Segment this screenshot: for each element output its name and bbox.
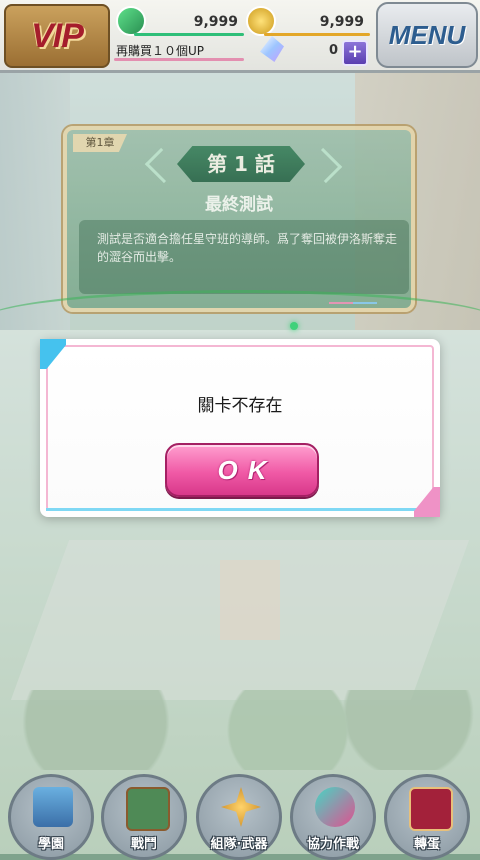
team-weapon-icon xyxy=(221,787,261,827)
dialog-bottom-edge xyxy=(46,508,434,511)
menu-label: MENU xyxy=(388,19,466,50)
nav-label: 戰鬥 xyxy=(130,837,157,852)
chevron-right-icon xyxy=(306,147,343,184)
crystal-value: 0 xyxy=(328,43,338,58)
nav-label: 組隊·武器 xyxy=(210,837,268,852)
episode-description: 測試是否適合擔任星守班的導師。爲了奪回被伊洛斯奪走的澀谷而出擊。 xyxy=(79,220,409,294)
error-dialog: 關卡不存在 OK xyxy=(40,339,440,517)
coin-counter: 9,999 xyxy=(246,6,370,36)
nav-label: 轉蛋 xyxy=(413,837,440,852)
chevron-left-icon xyxy=(144,147,181,184)
crystal-icon xyxy=(260,36,284,62)
coin-bar xyxy=(264,33,370,36)
vip-label: VIP xyxy=(31,16,84,55)
menu-button[interactable]: MENU xyxy=(376,2,478,68)
stamina-icon xyxy=(116,6,146,36)
bottom-nav: 學園 戰鬥 組隊·武器 協力作戰 轉蛋 xyxy=(0,772,480,860)
coin-icon xyxy=(246,6,276,36)
nav-label: 學園 xyxy=(37,837,64,852)
nav-coop[interactable]: 協力作戰 xyxy=(290,774,376,860)
purchase-bonus-bar xyxy=(114,58,244,61)
chapter-card[interactable]: 第1章 第 1 話 最終測試 測試是否適合擔任星守班的導師。爲了奪回被伊洛斯奪走… xyxy=(63,126,415,312)
nav-team-weapon[interactable]: 組隊·武器 xyxy=(196,774,282,860)
purchase-bonus-text: 再購買１０個UP xyxy=(116,44,205,58)
ok-button[interactable]: OK xyxy=(165,443,319,497)
add-crystal-button[interactable]: + xyxy=(342,40,368,66)
stamina-counter: 9,999 xyxy=(116,6,244,36)
dialog-message: 關卡不存在 xyxy=(197,396,283,416)
coin-value: 9,999 xyxy=(319,14,364,30)
school-icon xyxy=(33,787,73,827)
battle-icon xyxy=(126,787,170,831)
vip-badge[interactable]: VIP xyxy=(4,4,110,68)
nav-label: 協力作戰 xyxy=(306,837,359,852)
gacha-icon xyxy=(409,787,453,831)
nav-gacha[interactable]: 轉蛋 xyxy=(384,774,470,860)
stamina-value: 9,999 xyxy=(193,14,238,30)
chapter-tag: 第1章 xyxy=(73,134,127,152)
episode-number: 第 1 話 xyxy=(177,146,305,182)
stamina-bar xyxy=(134,33,244,36)
top-hud: VIP 9,999 9,999 再購買１０個UP 0 + MENU xyxy=(0,0,480,73)
coop-icon xyxy=(315,787,355,827)
episode-title: 最終測試 xyxy=(205,195,273,215)
map-node xyxy=(290,322,298,330)
nav-battle[interactable]: 戰鬥 xyxy=(101,774,187,860)
ok-label: OK xyxy=(217,454,277,485)
nav-school[interactable]: 學園 xyxy=(8,774,94,860)
crystal-counter: 0 + xyxy=(260,36,370,66)
